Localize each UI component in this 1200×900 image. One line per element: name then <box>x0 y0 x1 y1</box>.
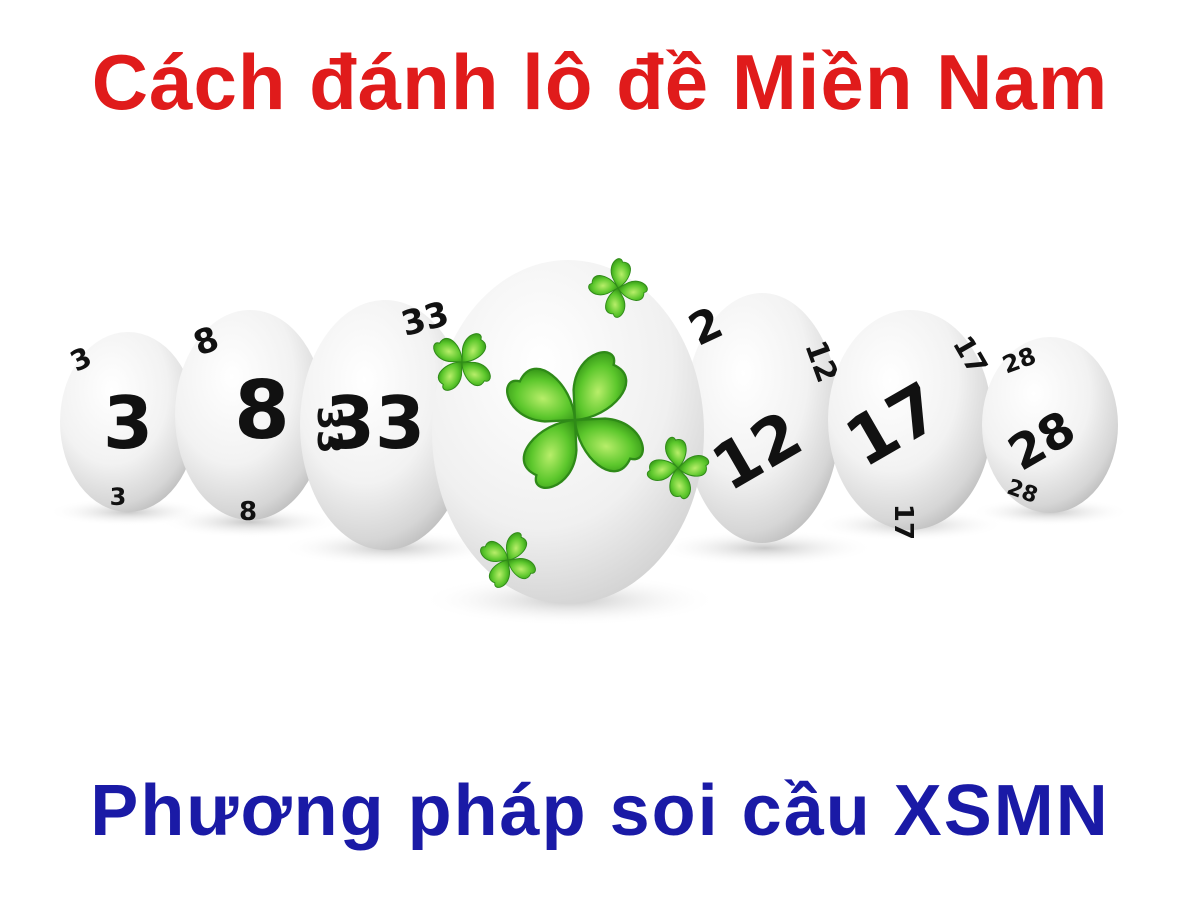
ball-edge-number: 33 <box>309 406 349 453</box>
lottery-ball-17: 17 17 17 <box>828 310 994 540</box>
ball-edge-number: 17 <box>888 504 918 540</box>
lottery-ball-12: 12 2 12 <box>681 293 845 543</box>
lottery-ball-28: 28 28 28 <box>982 337 1118 513</box>
banner: Cách đánh lô đề Miền Nam 3 3 3 8 8 8 33 … <box>0 0 1200 900</box>
ball-edge-number: 8 <box>239 497 257 527</box>
ball-number: 3 <box>103 381 153 465</box>
subheadline: Phương pháp soi cầu XSMN <box>90 771 1110 851</box>
ball-number: 8 <box>234 364 290 457</box>
ball-edge-number: 3 <box>110 483 127 511</box>
lottery-balls-illustration: 3 3 3 8 8 8 33 33 33 12 2 12 17 17 17 28… <box>48 254 1130 626</box>
